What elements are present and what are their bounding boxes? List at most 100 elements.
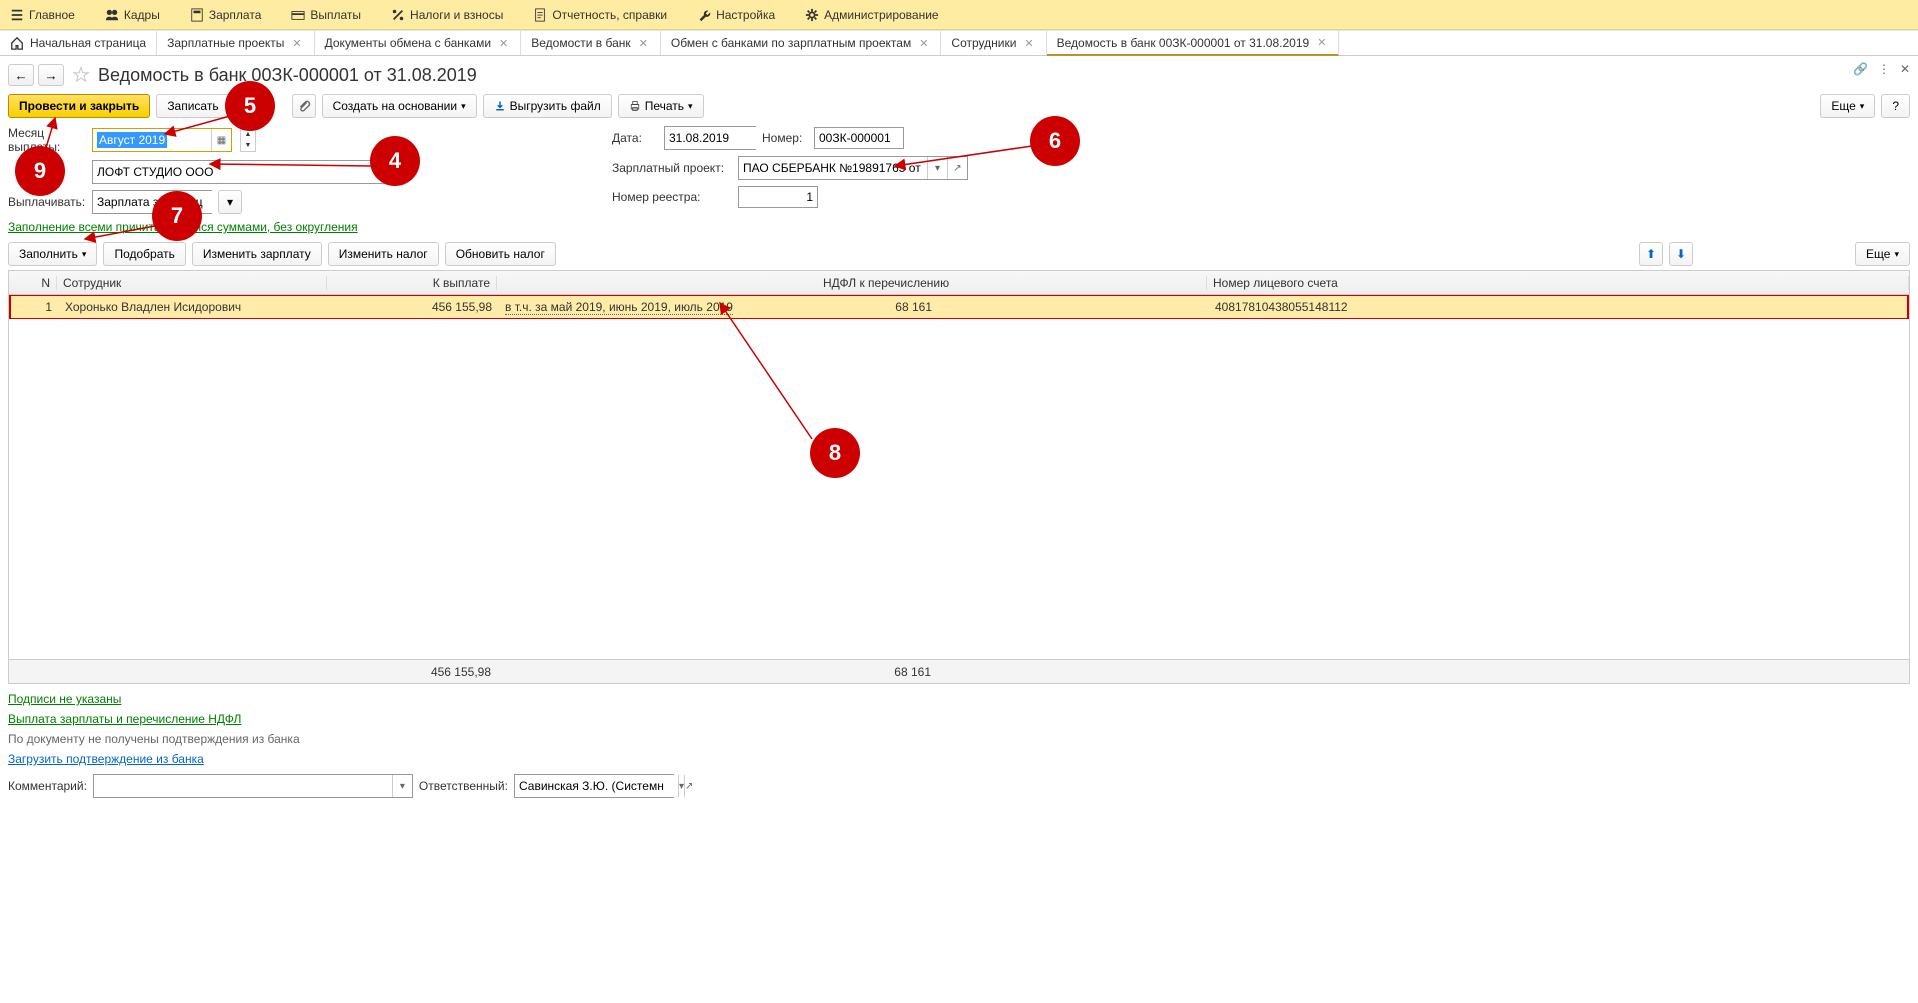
col-ndfl[interactable]: НДФЛ к перечислению	[817, 276, 1207, 290]
more-button[interactable]: Еще	[1820, 94, 1875, 118]
tab-4[interactable]: Сотрудники ✕	[941, 31, 1046, 55]
doc-icon	[533, 8, 547, 22]
table-row[interactable]: 1 Хоронько Владлен Исидорович 456 155,98…	[9, 295, 1909, 319]
close-icon[interactable]: ✕	[917, 37, 930, 50]
open-icon[interactable]: ↗	[947, 157, 967, 179]
pay-label: Выплачивать:	[8, 195, 86, 209]
project-value[interactable]	[739, 157, 927, 179]
close-window-icon[interactable]: ✕	[1900, 62, 1910, 76]
menu-reports[interactable]: Отчетность, справки	[527, 4, 673, 26]
payment-link[interactable]: Выплата зарплаты и перечисление НДФЛ	[8, 712, 1910, 726]
number-input[interactable]	[814, 127, 904, 149]
month-input[interactable]: Август 2019 ▦	[92, 128, 232, 152]
month-value: Август 2019	[97, 132, 167, 148]
grid-header: N Сотрудник К выплате НДФЛ к перечислени…	[9, 271, 1909, 295]
close-icon[interactable]: ✕	[497, 37, 510, 50]
menu-staff[interactable]: Кадры	[99, 4, 166, 26]
change-tax-button[interactable]: Изменить налог	[328, 242, 439, 266]
grid-body[interactable]	[9, 319, 1909, 659]
marker-6: 6	[1030, 116, 1080, 166]
col-account[interactable]: Номер лицевого счета	[1207, 276, 1909, 290]
close-icon[interactable]: ✕	[290, 37, 303, 50]
calendar-icon[interactable]: ▦	[211, 129, 231, 151]
project-input[interactable]: ▾ ↗	[738, 156, 968, 180]
move-down-button[interactable]: ⬇	[1669, 242, 1693, 266]
tab-2[interactable]: Ведомости в банк ✕	[521, 31, 661, 55]
row-n: 1	[11, 300, 59, 314]
back-button[interactable]: ←	[8, 64, 34, 86]
home-icon	[10, 36, 24, 50]
move-up-button[interactable]: ⬆	[1639, 242, 1663, 266]
responsible-value[interactable]	[515, 775, 678, 797]
bottom-links: Подписи не указаны Выплата зарплаты и пе…	[8, 692, 1910, 766]
dropdown-icon[interactable]: ▾	[927, 157, 947, 179]
calc-icon	[190, 8, 204, 22]
org-input[interactable]: ▾	[92, 160, 402, 184]
tab-0[interactable]: Зарплатные проекты✕	[157, 31, 315, 55]
write-button[interactable]: Записать	[156, 94, 229, 118]
org-value[interactable]	[93, 161, 381, 183]
star-icon[interactable]	[72, 66, 90, 84]
link-icon[interactable]: 🔗	[1853, 62, 1868, 76]
comment-input[interactable]: ▾	[93, 774, 413, 798]
tab-3[interactable]: Обмен с банками по зарплатным проектам✕	[661, 31, 942, 55]
col-employee[interactable]: Сотрудник	[57, 276, 327, 290]
print-button[interactable]: Печать	[618, 94, 704, 118]
table-more-button[interactable]: Еще	[1855, 242, 1910, 266]
home-tab[interactable]: Начальная страница	[0, 31, 157, 55]
export-file-button[interactable]: Выгрузить файл	[483, 94, 612, 118]
marker-4: 4	[370, 136, 420, 186]
tab-label: Сотрудники	[951, 36, 1016, 50]
employee-grid: N Сотрудник К выплате НДФЛ к перечислени…	[8, 270, 1910, 684]
close-icon[interactable]: ✕	[1315, 36, 1328, 49]
signatures-link[interactable]: Подписи не указаны	[8, 692, 1910, 706]
menu-settings[interactable]: Настройка	[691, 4, 781, 26]
menu-salary[interactable]: Зарплата	[184, 4, 268, 26]
change-salary-button[interactable]: Изменить зарплату	[192, 242, 322, 266]
tab-label: Ведомость в банк 00ЗК-000001 от 31.08.20…	[1057, 36, 1310, 50]
marker-5: 5	[225, 81, 275, 131]
forward-button[interactable]: →	[38, 64, 64, 86]
tab-5[interactable]: Ведомость в банк 00ЗК-000001 от 31.08.20…	[1047, 31, 1340, 56]
row-pay: 456 155,98	[329, 300, 499, 314]
menu-main[interactable]: Главное	[4, 4, 81, 26]
close-icon[interactable]: ✕	[1022, 37, 1035, 50]
main-menubar: Главное Кадры Зарплата Выплаты Налоги и …	[0, 0, 1918, 30]
dropdown-icon[interactable]: ▾	[392, 775, 412, 797]
pick-button[interactable]: Подобрать	[103, 242, 185, 266]
registry-input[interactable]	[738, 186, 818, 208]
project-label: Зарплатный проект:	[612, 161, 732, 175]
post-close-button[interactable]: Провести и закрыть	[8, 94, 150, 118]
help-button[interactable]: ?	[1881, 94, 1910, 118]
fill-button[interactable]: Заполнить	[8, 242, 97, 266]
pay-select-button[interactable]: ▾	[218, 190, 242, 214]
row-detail-link[interactable]: в т.ч. за май 2019, июнь 2019, июль 2019	[505, 300, 733, 315]
spin-down[interactable]: ▼	[241, 140, 255, 151]
date-input[interactable]: ▦	[664, 126, 756, 150]
col-n[interactable]: N	[9, 276, 57, 290]
close-icon[interactable]: ✕	[637, 37, 650, 50]
menu-taxes[interactable]: Налоги и взносы	[385, 4, 509, 26]
open-icon[interactable]: ↗	[684, 775, 693, 797]
menu-label: Выплаты	[310, 8, 361, 22]
bank-note: По документу не получены подтверждения и…	[8, 732, 1910, 746]
responsible-input[interactable]: ▾ ↗	[514, 774, 674, 798]
bars-icon	[10, 8, 24, 22]
load-confirm-link[interactable]: Загрузить подтверждение из банка	[8, 752, 1910, 766]
tab-label: Ведомости в банк	[531, 36, 630, 50]
percent-icon	[391, 8, 405, 22]
clip-icon	[297, 99, 311, 113]
attach-button[interactable]	[292, 94, 316, 118]
tab-1[interactable]: Документы обмена с банками✕	[315, 31, 522, 55]
kebab-icon[interactable]: ⋮	[1878, 62, 1890, 76]
comment-value[interactable]	[94, 775, 392, 797]
col-pay[interactable]: К выплате	[327, 276, 497, 290]
create-based-button[interactable]: Создать на основании	[322, 94, 477, 118]
menu-label: Отчетность, справки	[552, 8, 667, 22]
menu-admin[interactable]: Администрирование	[799, 4, 944, 26]
month-spinner: ▲ ▼	[240, 128, 256, 152]
menu-label: Главное	[29, 8, 75, 22]
update-tax-button[interactable]: Обновить налог	[445, 242, 556, 266]
menu-payments[interactable]: Выплаты	[285, 4, 367, 26]
menu-label: Зарплата	[209, 8, 262, 22]
